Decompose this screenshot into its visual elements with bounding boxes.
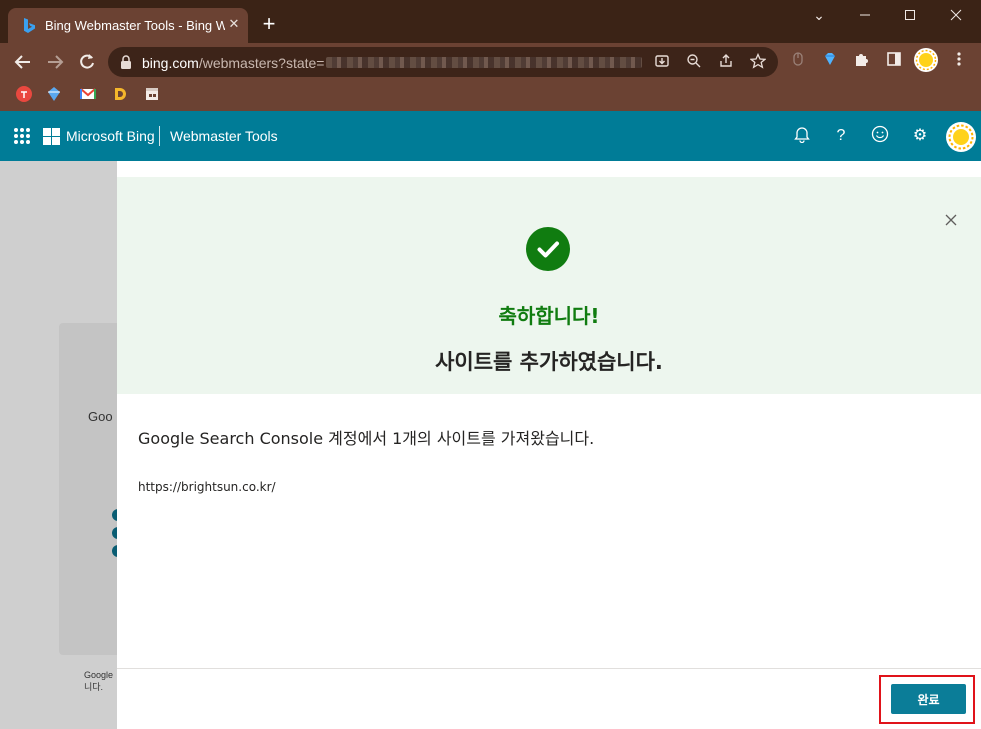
user-avatar[interactable] — [946, 122, 976, 152]
extension-diamond-icon[interactable] — [819, 51, 841, 73]
done-button[interactable]: 완료 — [891, 684, 966, 714]
share-icon[interactable] — [716, 53, 736, 73]
bell-icon[interactable] — [791, 125, 813, 147]
address-bar[interactable]: bing.com/webmasters?state= — [108, 47, 778, 77]
site-added-heading: 사이트를 추가하였습니다. — [435, 350, 663, 374]
bookmark-red-app-icon[interactable] — [16, 86, 32, 102]
header-divider — [159, 126, 160, 146]
close-window-icon — [950, 9, 962, 21]
background-footnote: Google 니다. — [84, 670, 114, 692]
minimize-icon — [860, 14, 870, 16]
tab-search-chevron-icon[interactable]: ⌄ — [796, 4, 842, 28]
maximize-icon — [905, 10, 915, 20]
side-panel-icon[interactable] — [883, 51, 905, 73]
dialog-footer-divider — [117, 668, 981, 669]
settings-gear-icon[interactable]: ⚙ — [909, 125, 931, 147]
microsoft-logo-icon — [43, 128, 60, 145]
success-dialog: 축하합니다! 사이트를 추가하였습니다. Google Search Conso… — [117, 161, 981, 729]
bookmark-star-icon[interactable] — [748, 52, 768, 73]
browser-menu-kebab-icon[interactable] — [948, 51, 970, 73]
close-icon[interactable] — [942, 211, 960, 229]
webmaster-page: Microsoft Bing Webmaster Tools ? ⚙ Goo G… — [0, 111, 981, 729]
back-arrow-icon — [14, 55, 30, 69]
bookmark-d-app-icon[interactable] — [112, 86, 128, 102]
zoom-icon[interactable] — [684, 53, 704, 73]
extensions-puzzle-icon[interactable] — [851, 51, 873, 73]
install-app-icon[interactable] — [652, 53, 672, 73]
bookmark-blue-app-icon[interactable] — [46, 86, 62, 102]
browser-title-bar: Bing Webmaster Tools - Bing W ✕ + ⌄ — [0, 0, 981, 43]
back-button[interactable] — [10, 49, 36, 75]
success-banner: 축하합니다! 사이트를 추가하였습니다. — [117, 177, 981, 394]
minimize-button[interactable] — [842, 4, 888, 28]
app-launcher-waffle-icon[interactable] — [14, 128, 30, 144]
new-tab-button[interactable]: + — [258, 13, 280, 36]
brand-name[interactable]: Microsoft Bing — [66, 128, 155, 144]
extension-mouse-icon[interactable] — [787, 51, 809, 73]
maximize-button[interactable] — [887, 4, 933, 28]
url-text: bing.com/webmasters?state= — [142, 55, 324, 71]
forward-arrow-icon — [48, 55, 64, 69]
browser-tab[interactable]: Bing Webmaster Tools - Bing W ✕ — [8, 8, 248, 43]
help-icon[interactable]: ? — [830, 125, 852, 147]
bookmark-gmail-icon[interactable] — [80, 86, 96, 102]
import-summary-text: Google Search Console 계정에서 1개의 사이트를 가져왔습… — [138, 429, 595, 448]
product-name[interactable]: Webmaster Tools — [170, 128, 278, 144]
background-partial-text: Goo — [88, 409, 113, 424]
bookmark-store-icon[interactable] — [144, 86, 160, 102]
profile-avatar-icon[interactable] — [914, 48, 938, 72]
tab-close-icon[interactable]: ✕ — [226, 16, 242, 32]
url-redacted-blur — [326, 57, 642, 68]
tab-title: Bing Webmaster Tools - Bing W — [45, 18, 225, 33]
app-header: Microsoft Bing Webmaster Tools ? ⚙ — [0, 111, 981, 161]
success-check-icon — [526, 227, 570, 271]
browser-toolbar: bing.com/webmasters?state= — [0, 43, 981, 80]
url-path: /webmasters?state= — [198, 55, 325, 71]
smiley-icon[interactable] — [869, 125, 891, 147]
congrats-heading: 축하합니다! — [498, 304, 600, 328]
imported-site-url: https://brightsun.co.kr/ — [138, 480, 276, 494]
forward-button[interactable] — [42, 49, 68, 75]
bing-favicon-icon — [24, 18, 35, 33]
lock-icon — [121, 55, 131, 69]
close-window-button[interactable] — [933, 4, 979, 28]
url-host: bing.com — [142, 55, 199, 71]
reload-icon — [80, 54, 94, 69]
reload-button[interactable] — [74, 49, 100, 75]
bookmarks-bar — [0, 80, 981, 111]
